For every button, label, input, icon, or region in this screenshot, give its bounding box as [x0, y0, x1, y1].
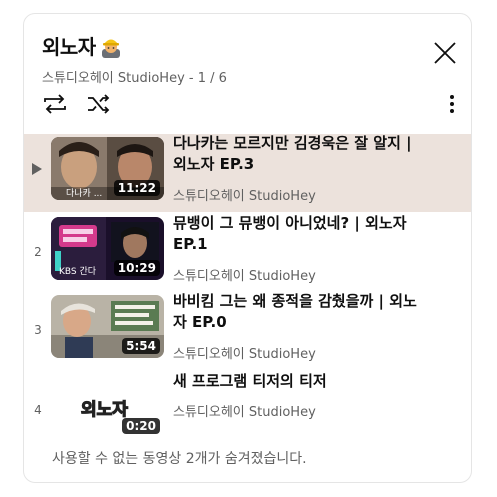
video-title[interactable]: 뮤뱅이 그 뮤뱅이 아니었네? | 외노자 EP.1: [173, 213, 429, 255]
more-vert-icon[interactable]: [432, 92, 458, 116]
repeat-icon[interactable]: [42, 92, 68, 116]
video-thumbnail[interactable]: KBS 간다 10:29: [51, 217, 164, 280]
thumb-caption: 다나카 ...: [66, 188, 102, 199]
duration-badge: 5:54: [122, 338, 160, 354]
playlist-item-3[interactable]: 3 5:54 바비킴 그는 왜 종적을 감췄을까 | 외노자 EP.0 스튜디오…: [24, 291, 471, 370]
playlist-item-4[interactable]: 4 외노자 0:20 새 프로그램 티저의 티저 스튜디오헤이 StudioHe…: [24, 371, 471, 450]
playlist-panel: 외노자 스튜디오헤이 StudioHey - 1 / 6 다나카 ... 11:…: [23, 13, 472, 483]
video-thumbnail[interactable]: 외노자 0:20: [51, 375, 164, 438]
video-title[interactable]: 바비킴 그는 왜 종적을 감췄을까 | 외노자 EP.0: [173, 291, 429, 333]
close-icon[interactable]: [432, 40, 458, 66]
item-index: 2: [34, 245, 42, 259]
channel-name[interactable]: 스튜디오헤이 StudioHey: [173, 401, 316, 420]
duration-badge: 11:22: [113, 180, 160, 196]
playlist-item-1[interactable]: 다나카 ... 11:22 다나카는 모르지만 김경욱은 잘 알지 | 외노자 …: [24, 133, 471, 212]
construction-worker-emoji-icon: [99, 34, 123, 58]
item-index: 3: [34, 323, 42, 337]
video-title[interactable]: 다나카는 모르지만 김경욱은 잘 알지 | 외노자 EP.3: [173, 133, 429, 175]
duration-badge: 0:20: [122, 418, 160, 434]
playlist-title[interactable]: 외노자: [42, 31, 96, 60]
thumb-caption: KBS 간다: [59, 266, 97, 277]
shuffle-icon[interactable]: [86, 92, 112, 116]
playlist-header: 외노자: [42, 31, 123, 60]
hidden-videos-notice: 사용할 수 없는 동영상 2개가 숨겨졌습니다.: [52, 451, 307, 467]
now-playing-icon: [32, 163, 42, 175]
playlist-subtitle: 스튜디오헤이 StudioHey - 1 / 6: [42, 71, 227, 86]
video-thumbnail[interactable]: 5:54: [51, 295, 164, 358]
channel-name[interactable]: 스튜디오헤이 StudioHey: [173, 343, 316, 362]
thumb-caption: 외노자: [81, 400, 128, 420]
channel-name[interactable]: 스튜디오헤이 StudioHey: [173, 265, 316, 284]
item-index: 4: [34, 403, 42, 417]
channel-name[interactable]: 스튜디오헤이 StudioHey: [173, 185, 316, 204]
video-title[interactable]: 새 프로그램 티저의 티저: [173, 371, 429, 392]
playlist-item-2[interactable]: 2 KBS 간다 10:29 뮤뱅이 그 뮤뱅이 아니었네? | 외노자 EP.…: [24, 213, 471, 292]
duration-badge: 10:29: [113, 260, 160, 276]
video-thumbnail[interactable]: 다나카 ... 11:22: [51, 137, 164, 200]
